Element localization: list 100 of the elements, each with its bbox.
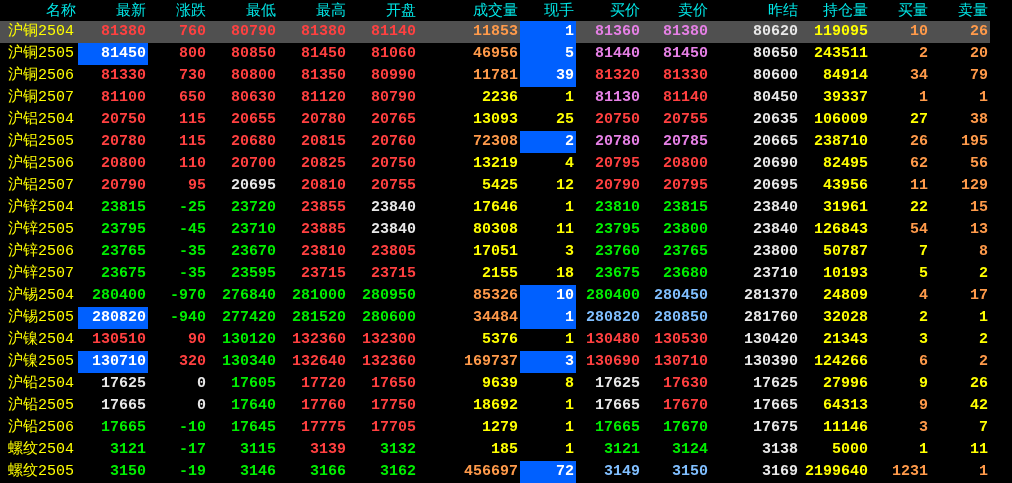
table-cell[interactable]: 3162	[348, 461, 418, 483]
table-cell[interactable]: 11853	[418, 21, 520, 43]
table-cell[interactable]: 12	[520, 175, 576, 197]
table-cell[interactable]: 2	[870, 43, 930, 65]
table-cell[interactable]: 1	[520, 21, 576, 43]
table-cell[interactable]: -970	[148, 285, 208, 307]
table-cell[interactable]: 20765	[348, 109, 418, 131]
table-cell[interactable]: 20795	[642, 175, 710, 197]
table-cell[interactable]: 11146	[800, 417, 870, 439]
table-cell[interactable]: 5376	[418, 329, 520, 351]
table-cell[interactable]: 1	[930, 307, 990, 329]
table-cell[interactable]: 20700	[208, 153, 278, 175]
table-cell[interactable]: 95	[148, 175, 208, 197]
table-cell[interactable]: 23795	[576, 219, 642, 241]
table-cell[interactable]: 23855	[278, 197, 348, 219]
table-cell[interactable]: 81450	[642, 43, 710, 65]
table-cell[interactable]: 沪铜2504	[0, 21, 78, 43]
table-cell[interactable]: 26	[870, 131, 930, 153]
table-cell[interactable]: 2155	[418, 263, 520, 285]
table-cell[interactable]: 81330	[642, 65, 710, 87]
table-cell[interactable]: 280400	[78, 285, 148, 307]
table-cell[interactable]: 3121	[576, 439, 642, 461]
table-cell[interactable]: 20695	[710, 175, 800, 197]
table-cell[interactable]: 20815	[278, 131, 348, 153]
table-cell[interactable]: 320	[148, 351, 208, 373]
table-cell[interactable]: 23675	[576, 263, 642, 285]
table-cell[interactable]: 沪铜2507	[0, 87, 78, 109]
table-cell[interactable]: 43956	[800, 175, 870, 197]
table-cell[interactable]: 23720	[208, 197, 278, 219]
table-cell[interactable]: 276840	[208, 285, 278, 307]
table-cell[interactable]: 17670	[642, 417, 710, 439]
table-cell[interactable]: 15	[930, 197, 990, 219]
table-cell[interactable]: 110	[148, 153, 208, 175]
table-cell[interactable]: 1	[870, 87, 930, 109]
table-cell[interactable]: 20810	[278, 175, 348, 197]
table-cell[interactable]: 13	[930, 219, 990, 241]
table-cell[interactable]: -35	[148, 263, 208, 285]
table-cell[interactable]: 17665	[576, 417, 642, 439]
column-header[interactable]: 名称	[0, 0, 78, 21]
table-cell[interactable]: 20	[930, 43, 990, 65]
table-cell[interactable]: 沪锡2505	[0, 307, 78, 329]
table-cell[interactable]: 3150	[642, 461, 710, 483]
table-cell[interactable]: 81060	[348, 43, 418, 65]
table-cell[interactable]: 17605	[208, 373, 278, 395]
table-cell[interactable]: 23710	[710, 263, 800, 285]
table-cell[interactable]: 沪锌2507	[0, 263, 78, 285]
table-cell[interactable]: 5	[520, 43, 576, 65]
table-cell[interactable]: 20790	[576, 175, 642, 197]
table-cell[interactable]: 17665	[78, 395, 148, 417]
table-cell[interactable]: -17	[148, 439, 208, 461]
table-cell[interactable]: 26	[930, 21, 990, 43]
table-cell[interactable]: 5425	[418, 175, 520, 197]
table-cell[interactable]: 130120	[208, 329, 278, 351]
table-cell[interactable]: 17720	[278, 373, 348, 395]
table-cell[interactable]: 20790	[78, 175, 148, 197]
table-cell[interactable]: 243511	[800, 43, 870, 65]
table-cell[interactable]: 280400	[576, 285, 642, 307]
table-cell[interactable]: 17760	[278, 395, 348, 417]
table-cell[interactable]: 130530	[642, 329, 710, 351]
table-cell[interactable]: 7	[870, 241, 930, 263]
table-cell[interactable]: 3139	[278, 439, 348, 461]
table-cell[interactable]: 1	[520, 197, 576, 219]
table-cell[interactable]: 280850	[642, 307, 710, 329]
column-header[interactable]: 买量	[870, 0, 930, 21]
table-cell[interactable]: 20800	[642, 153, 710, 175]
table-cell[interactable]: 18	[520, 263, 576, 285]
table-cell[interactable]: 17	[930, 285, 990, 307]
table-cell[interactable]: 281520	[278, 307, 348, 329]
table-cell[interactable]: 10193	[800, 263, 870, 285]
table-cell[interactable]: 23815	[642, 197, 710, 219]
table-cell[interactable]: 沪铝2505	[0, 131, 78, 153]
table-cell[interactable]: 62	[870, 153, 930, 175]
table-cell[interactable]: 17665	[78, 417, 148, 439]
table-cell[interactable]: 3149	[576, 461, 642, 483]
table-cell[interactable]: 23885	[278, 219, 348, 241]
table-cell[interactable]: 17646	[418, 197, 520, 219]
table-cell[interactable]: 1231	[870, 461, 930, 483]
table-cell[interactable]: 3121	[78, 439, 148, 461]
table-cell[interactable]: 20750	[576, 109, 642, 131]
table-cell[interactable]: 130690	[576, 351, 642, 373]
table-cell[interactable]: 11	[930, 439, 990, 461]
table-cell[interactable]: 23710	[208, 219, 278, 241]
table-cell[interactable]: 281760	[710, 307, 800, 329]
column-header[interactable]: 买价	[576, 0, 642, 21]
column-header[interactable]: 最低	[208, 0, 278, 21]
table-cell[interactable]: 17625	[710, 373, 800, 395]
table-cell[interactable]: 沪铅2506	[0, 417, 78, 439]
table-cell[interactable]: 126843	[800, 219, 870, 241]
table-cell[interactable]: 20655	[208, 109, 278, 131]
table-cell[interactable]: 11	[870, 175, 930, 197]
table-cell[interactable]: -940	[148, 307, 208, 329]
table-cell[interactable]: 3166	[278, 461, 348, 483]
table-cell[interactable]: 132300	[348, 329, 418, 351]
table-cell[interactable]: 80790	[348, 87, 418, 109]
table-cell[interactable]: 81120	[278, 87, 348, 109]
table-cell[interactable]: 沪铅2505	[0, 395, 78, 417]
table-cell[interactable]: 沪铅2504	[0, 373, 78, 395]
table-cell[interactable]: 2199640	[800, 461, 870, 483]
table-cell[interactable]: 106009	[800, 109, 870, 131]
table-cell[interactable]: 81440	[576, 43, 642, 65]
